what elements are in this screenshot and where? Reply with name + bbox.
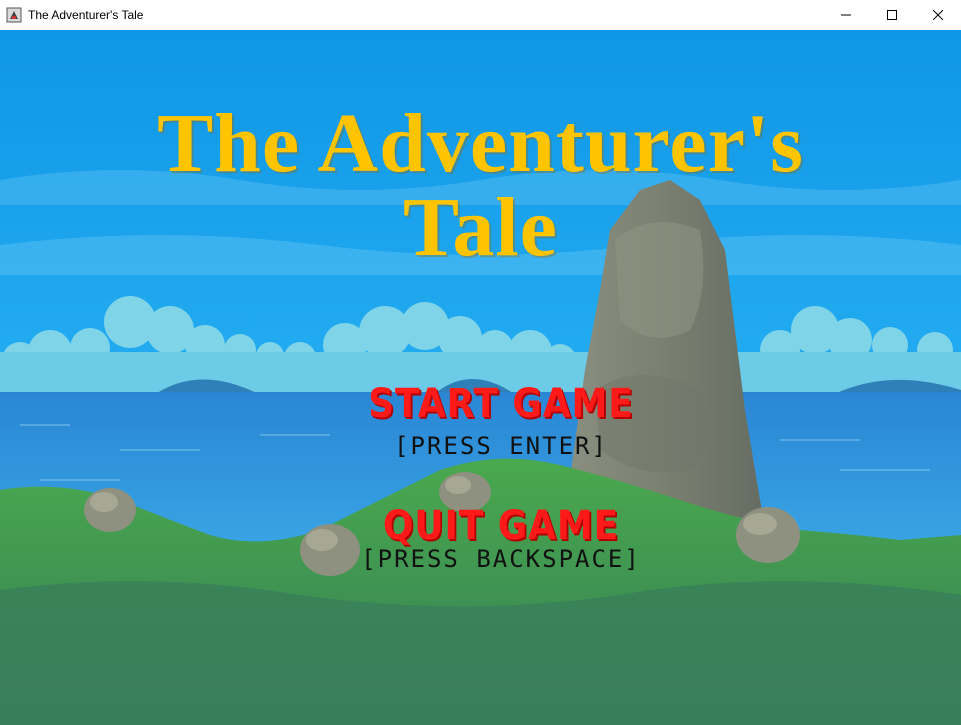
minimize-button[interactable] bbox=[823, 0, 869, 30]
close-icon bbox=[933, 10, 943, 20]
close-button[interactable] bbox=[915, 0, 961, 30]
minimize-icon bbox=[841, 14, 851, 16]
window-controls bbox=[823, 0, 961, 30]
start-game-key-hint: [PRESS ENTER] bbox=[394, 432, 608, 460]
window-title: The Adventurer's Tale bbox=[28, 8, 144, 22]
game-title-line-1: The Adventurer's bbox=[157, 97, 804, 190]
game-window: The Adventurer's Tale The Adventurer's T… bbox=[0, 0, 961, 725]
game-title-line-2: Tale bbox=[403, 181, 558, 274]
start-game-option[interactable]: START GAME bbox=[50, 382, 952, 426]
quit-game-key-hint: [PRESS BACKSPACE] bbox=[361, 545, 641, 573]
maximize-icon bbox=[887, 10, 897, 20]
game-canvas[interactable]: The Adventurer's Tale START GAME [PRESS … bbox=[0, 30, 961, 725]
game-title: The Adventurer's Tale bbox=[0, 102, 961, 270]
quit-game-option[interactable]: QUIT GAME bbox=[50, 504, 952, 548]
maximize-button[interactable] bbox=[869, 0, 915, 30]
window-titlebar[interactable]: The Adventurer's Tale bbox=[0, 0, 961, 31]
java-app-icon bbox=[6, 7, 22, 23]
